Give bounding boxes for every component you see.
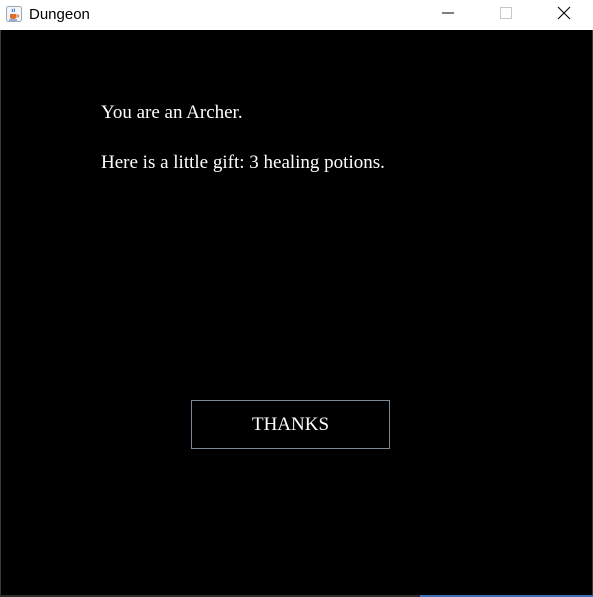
class-message: You are an Archer. [101,102,243,123]
close-icon [557,6,571,25]
title-bar[interactable]: Dungeon [0,0,593,30]
gift-message: Here is a little gift: 3 healing potions… [101,152,385,173]
minimize-button[interactable] [425,0,471,30]
dungeon-window: Dungeon You are an Archer. Here is a lit… [0,0,593,597]
game-panel: You are an Archer. Here is a little gift… [1,30,592,595]
maximize-button[interactable] [483,0,529,30]
minimize-icon [442,6,454,24]
close-button[interactable] [541,0,587,30]
thanks-button[interactable]: THANKS [191,400,390,449]
window-title: Dungeon [29,6,90,23]
window-left-border [0,30,1,597]
maximize-icon [500,6,512,24]
java-cup-icon[interactable] [6,6,22,22]
